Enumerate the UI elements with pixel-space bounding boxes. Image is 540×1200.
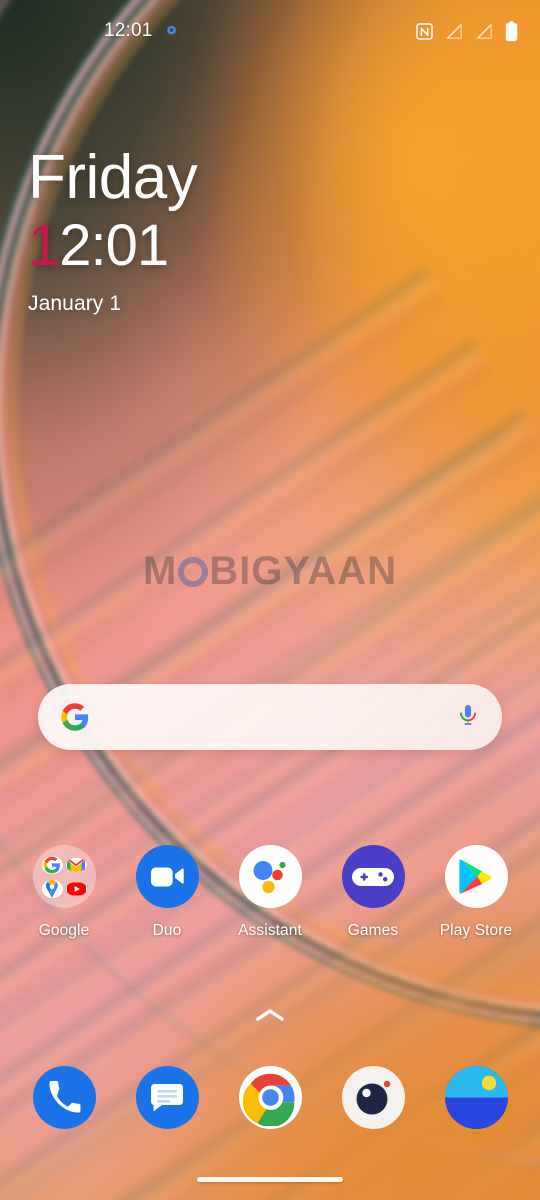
app-games[interactable]: Games <box>333 845 413 940</box>
app-label: Games <box>347 922 399 939</box>
app-google-folder[interactable]: Google <box>24 845 104 940</box>
sun-horizon-glyph <box>444 1066 508 1129</box>
speech-bubble-glyph <box>150 1083 183 1111</box>
app-label: Google <box>38 922 90 939</box>
navigation-bar <box>0 1158 540 1200</box>
google-folder-icon <box>32 845 96 908</box>
watermark-prefix: M <box>142 549 178 593</box>
settings-dot-icon <box>166 24 176 34</box>
nfc-icon <box>416 22 433 40</box>
play-triangle-glyph <box>459 859 491 894</box>
dock-app-messages[interactable] <box>127 1066 207 1129</box>
google-search-bar[interactable] <box>38 684 502 750</box>
messages-icon <box>135 1066 199 1129</box>
app-label: Assistant <box>238 922 302 939</box>
app-label: Duo <box>152 922 182 939</box>
google-g-icon <box>43 856 60 873</box>
app-drawer-handle[interactable] <box>0 1006 540 1024</box>
camera-lens-glyph <box>356 1080 390 1115</box>
dock-app-camera[interactable] <box>333 1066 413 1129</box>
clock-date-label: January 1 <box>28 292 122 316</box>
phone-icon <box>32 1066 96 1129</box>
app-assistant[interactable]: Assistant <box>230 845 310 940</box>
status-bar-left: 12:01 <box>104 20 180 42</box>
folder-item-youtube <box>65 881 87 896</box>
clock-day-label: Friday <box>28 143 198 212</box>
youtube-icon <box>66 881 86 896</box>
dock-app-weather[interactable] <box>436 1066 516 1129</box>
chrome-glyph <box>242 1073 295 1126</box>
dock-app-chrome[interactable] <box>230 1066 310 1129</box>
folder-item-maps <box>41 879 63 898</box>
watermark: M BIGYAAN <box>0 549 540 594</box>
phone-home-screen: 12:01 Friday 12:01 January 1 M BIGYAAN G… <box>0 0 540 1200</box>
status-bar-right <box>415 20 518 42</box>
clock-time-rest: 2:01 <box>59 212 169 278</box>
app-duo[interactable]: Duo <box>127 845 207 940</box>
clock-time-label: 12:01 <box>28 212 197 279</box>
google-g-icon <box>61 703 89 731</box>
camera-icon <box>341 1066 405 1129</box>
no-signal-sim1-icon <box>446 23 462 39</box>
gesture-home-pill[interactable] <box>197 1176 343 1182</box>
app-play-store[interactable]: Play Store <box>436 845 516 940</box>
microphone-icon[interactable] <box>456 702 480 732</box>
app-grid: Google Duo Assistant Games Play Store <box>0 845 540 940</box>
clock-widget[interactable]: Friday 12:01 January 1 <box>28 143 198 316</box>
chevron-up-icon[interactable] <box>254 1006 286 1024</box>
weather-icon <box>444 1066 508 1129</box>
gmail-icon <box>67 857 85 872</box>
chrome-icon <box>238 1066 302 1129</box>
folder-item-gmail <box>65 857 87 872</box>
video-camera-glyph <box>150 867 184 886</box>
maps-icon <box>45 879 58 898</box>
assistant-dots-glyph <box>253 860 286 893</box>
watermark-suffix: BIGYAAN <box>209 549 398 593</box>
play-store-icon <box>444 845 508 908</box>
dock-app-phone[interactable] <box>24 1066 104 1129</box>
phone-handset-glyph <box>48 1081 80 1113</box>
gamepad-glyph <box>352 867 394 886</box>
duo-icon <box>135 845 199 908</box>
clock-time-highlight: 1 <box>28 212 60 278</box>
watermark-o-ring <box>178 557 209 587</box>
app-label: Play Store <box>439 922 513 939</box>
status-bar[interactable]: 12:01 <box>0 0 540 62</box>
folder-item-google <box>41 855 63 874</box>
dock <box>0 1066 540 1129</box>
games-icon <box>341 845 405 908</box>
assistant-icon <box>238 845 302 908</box>
status-bar-clock: 12:01 <box>104 20 153 41</box>
no-signal-sim2-icon <box>476 23 492 39</box>
battery-full-icon <box>505 20 518 41</box>
